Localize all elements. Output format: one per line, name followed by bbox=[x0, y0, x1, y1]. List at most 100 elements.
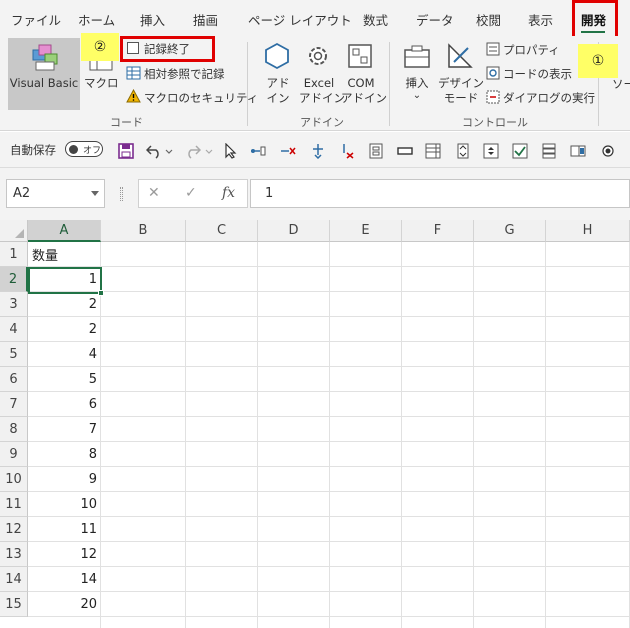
remove-dependents-icon[interactable] bbox=[338, 143, 354, 159]
redo-dropdown-icon[interactable] bbox=[204, 143, 214, 159]
redo-icon[interactable] bbox=[185, 143, 201, 159]
run-dialog-button[interactable]: ダイアログの実行 bbox=[503, 90, 595, 106]
row-header-9[interactable]: 9 bbox=[0, 442, 28, 467]
row-header-2[interactable]: 2 bbox=[0, 267, 28, 292]
name-box[interactable]: A2 bbox=[6, 179, 105, 208]
insert-control-button[interactable]: 挿入 ⌄ bbox=[405, 76, 429, 101]
select-objects-icon[interactable] bbox=[223, 143, 239, 159]
formula-bar-grip[interactable] bbox=[120, 187, 123, 201]
cancel-icon[interactable]: ✕ bbox=[148, 185, 160, 201]
row-header-7[interactable]: 7 bbox=[0, 392, 28, 417]
checkbox-icon[interactable] bbox=[512, 143, 528, 159]
tab-draw[interactable]: 描画 bbox=[193, 10, 218, 29]
row-header-13[interactable]: 13 bbox=[0, 542, 28, 567]
cell-a1[interactable]: 数量 bbox=[29, 242, 100, 267]
highlight-developer-tab bbox=[572, 0, 618, 41]
undo-dropdown-icon[interactable] bbox=[164, 143, 174, 159]
form-control-icon[interactable] bbox=[368, 143, 384, 159]
cell-a14[interactable]: 14 bbox=[29, 567, 100, 592]
fill-handle[interactable] bbox=[98, 290, 104, 296]
chevron-down-icon: ⌄ bbox=[412, 90, 422, 101]
tab-file[interactable]: ファイル bbox=[11, 10, 61, 29]
trace-dependents-icon[interactable] bbox=[310, 143, 326, 159]
formula-input[interactable]: 1 bbox=[250, 179, 630, 208]
row-header-15[interactable]: 15 bbox=[0, 592, 28, 617]
cell-a11[interactable]: 10 bbox=[29, 492, 100, 517]
cell-a12[interactable]: 11 bbox=[29, 517, 100, 542]
scroll-bar-icon[interactable] bbox=[483, 143, 499, 159]
design-mode-button[interactable]: デザイン モード bbox=[438, 76, 484, 106]
addin-icon bbox=[265, 42, 289, 70]
stop-recording-button[interactable]: 記録終了 bbox=[144, 41, 190, 57]
macro-security-button[interactable]: マクロのセキュリティ bbox=[144, 90, 258, 106]
row-header-4[interactable]: 4 bbox=[0, 317, 28, 342]
excel-addin-label-1: Excel bbox=[303, 76, 335, 90]
excel-addin-button[interactable]: Excel アドイン bbox=[299, 76, 345, 106]
com-addin-label-2: アドイン bbox=[341, 91, 387, 105]
autosave-toggle[interactable]: オフ bbox=[65, 141, 103, 157]
cell-a13[interactable]: 12 bbox=[29, 542, 100, 567]
cell-a4[interactable]: 2 bbox=[29, 317, 100, 342]
properties-icon bbox=[486, 42, 500, 56]
relative-reference-button[interactable]: 相対参照で記録 bbox=[144, 66, 225, 82]
cell-a5[interactable]: 4 bbox=[29, 342, 100, 367]
tab-data[interactable]: データ bbox=[416, 10, 454, 29]
row-header-11[interactable]: 11 bbox=[0, 492, 28, 517]
design-mode-label-1: デザイン bbox=[438, 76, 484, 90]
cell-a8[interactable]: 7 bbox=[29, 417, 100, 442]
row-header-14[interactable]: 14 bbox=[0, 567, 28, 592]
option-button-icon[interactable] bbox=[600, 143, 616, 159]
tab-insert[interactable]: 挿入 bbox=[140, 10, 165, 29]
column-gridline bbox=[401, 242, 402, 628]
spin-button-icon[interactable] bbox=[455, 143, 471, 159]
row-header-1[interactable]: 1 bbox=[0, 242, 28, 267]
select-all-corner[interactable] bbox=[0, 220, 28, 242]
column-header-b[interactable]: B bbox=[101, 220, 186, 242]
visual-basic-button[interactable]: Visual Basic bbox=[8, 38, 80, 110]
addin-button[interactable]: アド イン bbox=[266, 76, 290, 106]
cell-a7[interactable]: 6 bbox=[29, 392, 100, 417]
list-box-icon[interactable] bbox=[425, 143, 441, 159]
column-header-c[interactable]: C bbox=[186, 220, 258, 242]
tab-review[interactable]: 校閲 bbox=[476, 10, 501, 29]
cell-a10[interactable]: 9 bbox=[29, 467, 100, 492]
row-header-6[interactable]: 6 bbox=[0, 367, 28, 392]
tab-formulas[interactable]: 数式 bbox=[363, 10, 388, 29]
save-icon[interactable] bbox=[118, 143, 134, 159]
visual-basic-label: Visual Basic bbox=[9, 76, 79, 90]
design-mode-label-2: モード bbox=[443, 91, 479, 105]
column-header-e[interactable]: E bbox=[330, 220, 402, 242]
column-header-f[interactable]: F bbox=[402, 220, 474, 242]
cell-a6[interactable]: 5 bbox=[29, 367, 100, 392]
addin-label-1: アド bbox=[266, 76, 290, 90]
tab-page-layout[interactable]: ページ レイアウト bbox=[248, 10, 352, 29]
cell-a3[interactable]: 2 bbox=[29, 292, 100, 317]
trace-precedents-icon[interactable] bbox=[250, 143, 266, 159]
row-header-12[interactable]: 12 bbox=[0, 517, 28, 542]
column-header-d[interactable]: D bbox=[258, 220, 330, 242]
cell-a15[interactable]: 20 bbox=[29, 592, 100, 617]
row-header-5[interactable]: 5 bbox=[0, 342, 28, 367]
undo-icon[interactable] bbox=[146, 143, 162, 159]
column-header-g[interactable]: G bbox=[474, 220, 546, 242]
combo-box-icon[interactable] bbox=[541, 143, 557, 159]
row-header-3[interactable]: 3 bbox=[0, 292, 28, 317]
com-addin-button[interactable]: COM アドイン bbox=[341, 76, 387, 106]
tab-home[interactable]: ホーム bbox=[78, 10, 115, 29]
cell-a9[interactable]: 8 bbox=[29, 442, 100, 467]
properties-button[interactable]: プロパティ bbox=[503, 42, 560, 58]
row-header-8[interactable]: 8 bbox=[0, 417, 28, 442]
column-header-h[interactable]: H bbox=[546, 220, 630, 242]
button-control-icon[interactable] bbox=[397, 143, 413, 159]
tab-view[interactable]: 表示 bbox=[528, 10, 553, 29]
label-control-icon[interactable] bbox=[570, 143, 586, 159]
insert-function-icon[interactable]: fx bbox=[222, 185, 235, 201]
run-dialog-icon bbox=[486, 90, 500, 104]
macro-button[interactable]: マクロ bbox=[84, 76, 119, 91]
view-code-button[interactable]: コードの表示 bbox=[503, 66, 572, 82]
column-header-a[interactable]: A bbox=[28, 220, 101, 242]
remove-arrows-icon[interactable] bbox=[280, 143, 296, 159]
confirm-icon[interactable]: ✓ bbox=[185, 185, 197, 201]
row-header-10[interactable]: 10 bbox=[0, 467, 28, 492]
chevron-down-icon[interactable] bbox=[91, 191, 99, 196]
